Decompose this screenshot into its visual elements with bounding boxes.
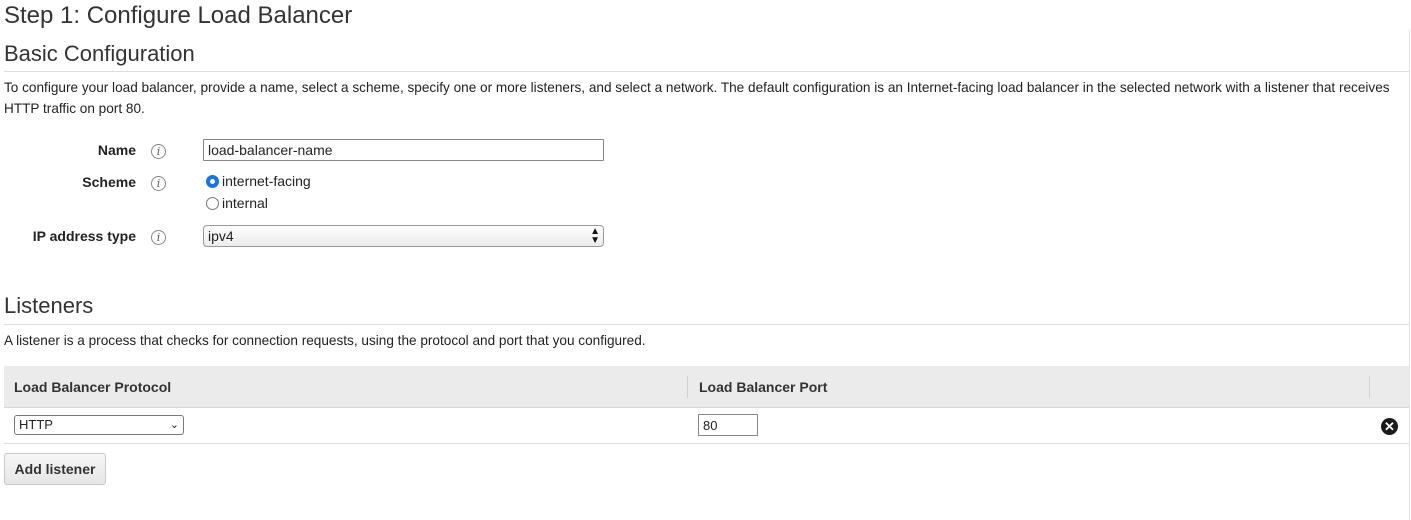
add-listener-button[interactable]: Add listener <box>4 453 106 485</box>
column-header-protocol: Load Balancer Protocol <box>14 379 172 395</box>
scheme-option-internet-facing[interactable]: internet-facing <box>206 173 311 189</box>
port-input[interactable] <box>698 414 758 436</box>
protocol-value: HTTP <box>19 417 53 432</box>
scheme-info-icon[interactable]: i <box>151 176 166 191</box>
chevron-down-icon: ⌄ <box>169 419 179 431</box>
scheme-label: Scheme <box>82 174 136 190</box>
ip-address-type-label: IP address type <box>32 228 136 244</box>
internal-label: internal <box>222 195 268 211</box>
table-row-divider <box>4 443 1409 444</box>
updown-chevron-icon: ▲ ▼ <box>590 226 600 246</box>
name-label: Name <box>97 142 136 158</box>
scheme-option-internal[interactable]: internal <box>206 195 268 211</box>
name-info-icon[interactable]: i <box>151 144 166 159</box>
internet-facing-radio[interactable] <box>206 174 219 188</box>
listeners-description: A listener is a process that checks for … <box>4 333 646 348</box>
column-separator <box>1369 376 1370 398</box>
listeners-divider <box>4 324 1409 325</box>
right-border <box>1409 30 1410 520</box>
remove-listener-icon[interactable]: ✕ <box>1381 418 1398 435</box>
listeners-heading: Listeners <box>4 293 94 318</box>
basic-config-description: To configure your load balancer, provide… <box>4 80 1390 116</box>
page-title: Step 1: Configure Load Balancer <box>4 2 353 29</box>
internal-radio[interactable] <box>206 196 219 210</box>
column-separator <box>687 376 688 398</box>
name-input[interactable] <box>203 139 604 161</box>
basic-config-divider <box>4 71 1409 72</box>
protocol-select[interactable]: HTTP ⌄ <box>14 415 184 435</box>
ip-address-type-select[interactable]: ipv4 ▲ ▼ <box>203 225 604 247</box>
column-header-port: Load Balancer Port <box>699 379 828 395</box>
ip-address-type-info-icon[interactable]: i <box>151 230 166 245</box>
basic-config-heading: Basic Configuration <box>4 41 195 66</box>
ip-address-type-value: ipv4 <box>208 228 234 244</box>
internet-facing-label: internet-facing <box>222 173 311 189</box>
